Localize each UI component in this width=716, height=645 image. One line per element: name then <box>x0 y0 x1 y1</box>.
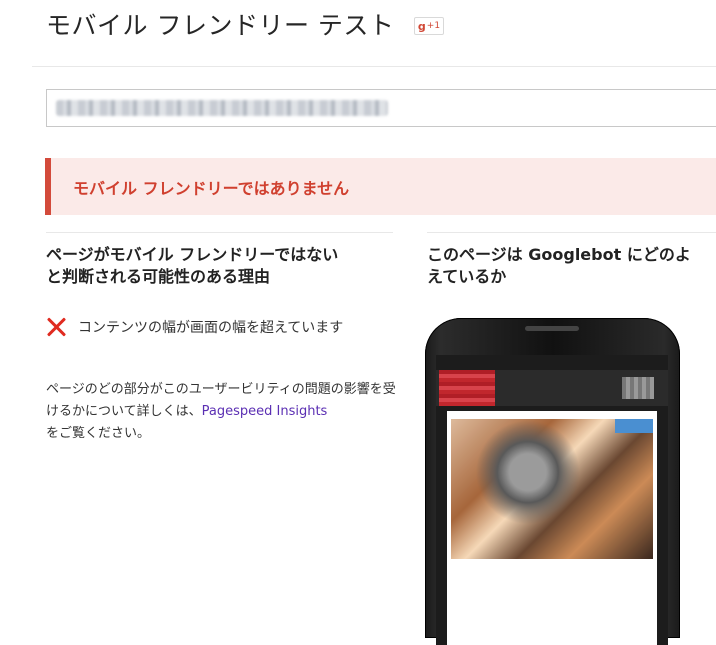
phone-preview <box>425 318 680 645</box>
hero-image <box>451 419 653 559</box>
google-plus-icon: g <box>417 19 426 33</box>
x-icon <box>46 316 68 338</box>
site-menu-icon <box>622 377 654 399</box>
explanation-paragraph: ページのどの部分がこのユーザービリティの問題の影響を受けるかについて詳しくは、P… <box>46 379 396 445</box>
hero-tag <box>615 419 653 433</box>
site-logo <box>439 370 495 406</box>
plus-one-label: +1 <box>426 21 441 31</box>
left-column-divider <box>46 232 393 233</box>
page-title: モバイル フレンドリー テスト <box>46 11 395 40</box>
preview-heading: このページは Googlebot にどのよ えているか <box>427 244 716 288</box>
preview-heading-line1: このページは Googlebot にどのよ <box>427 245 691 264</box>
issue-item: コンテンツの幅が画面の幅を超えています <box>46 316 343 338</box>
pagespeed-insights-link[interactable]: Pagespeed Insights <box>202 404 328 419</box>
preview-heading-line2: えているか <box>427 267 507 286</box>
explanation-text-end: をご覧ください。 <box>46 426 151 441</box>
google-plus-one-button[interactable]: g +1 <box>414 17 444 35</box>
reasons-heading-line2: と判断される可能性のある理由 <box>46 267 271 286</box>
site-body <box>447 411 657 645</box>
reasons-heading: ページがモバイル フレンドリーではない と判断される可能性のある理由 <box>46 244 391 288</box>
alert-text: モバイル フレンドリーではありません <box>73 178 350 198</box>
issue-text: コンテンツの幅が画面の幅を超えています <box>78 320 344 336</box>
phone-speaker <box>525 326 579 331</box>
reasons-heading-line1: ページがモバイル フレンドリーではない <box>46 245 339 264</box>
blurred-url-text <box>56 100 388 116</box>
phone-screen <box>436 355 668 645</box>
right-column-divider <box>427 232 716 233</box>
header-divider <box>32 66 716 67</box>
result-alert: モバイル フレンドリーではありません <box>45 158 716 215</box>
